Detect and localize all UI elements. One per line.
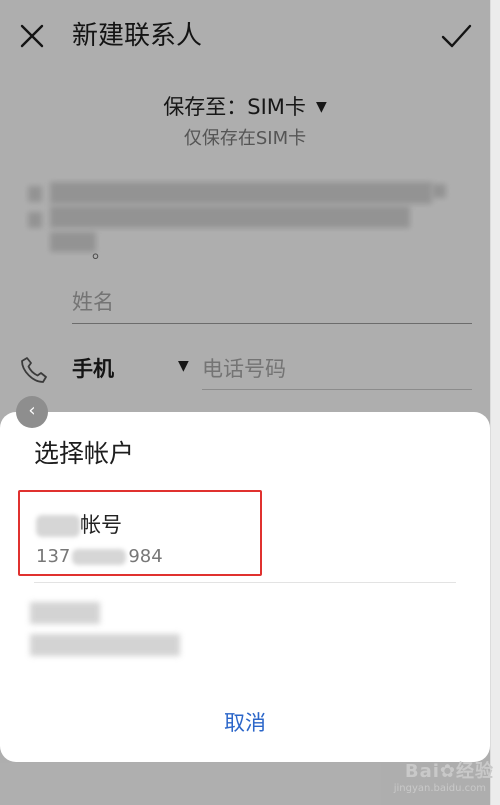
blurred-text [72,549,127,565]
divider [34,582,456,583]
dialog-title: 选择帐户 [34,439,135,468]
watermark-logo: Bai✿经验 [404,761,494,782]
account-name: 帐号 [36,512,122,538]
account-number: 137 984 [36,546,163,568]
back-icon[interactable]: ‹ [16,396,48,428]
account-name-label: 帐号 [80,513,122,537]
account-option[interactable] [30,600,190,660]
screen-edge [490,0,500,805]
watermark: Bai✿经验 jingyan.baidu.com [362,757,494,801]
blurred-text [36,515,80,537]
watermark-url: jingyan.baidu.com [393,783,486,794]
account-number-suffix: 984 [128,546,163,567]
account-number-prefix: 137 [36,546,71,567]
cancel-button[interactable]: 取消 [195,708,295,738]
account-option[interactable]: 帐号 137 984 [18,490,262,576]
